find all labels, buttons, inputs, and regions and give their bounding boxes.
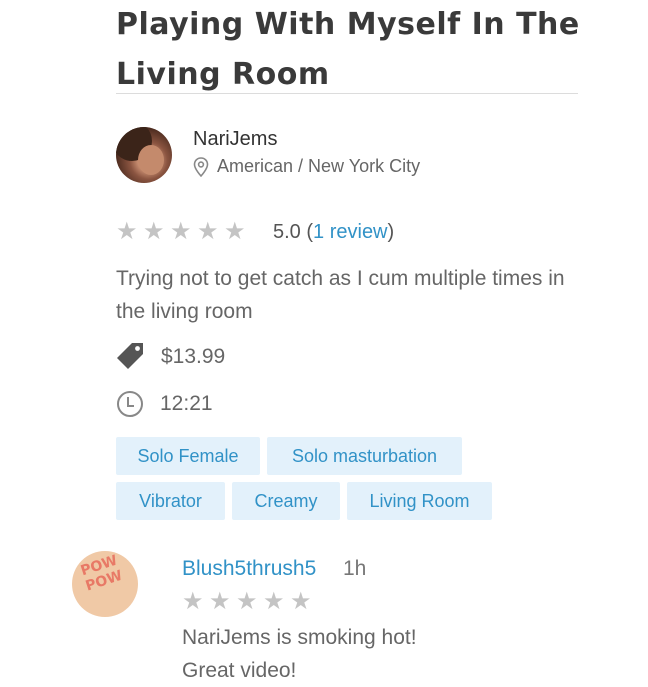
star-icon: ★	[116, 218, 138, 245]
reviews-link[interactable]: 1 review	[313, 221, 387, 244]
star-icon: ★	[236, 588, 258, 615]
price-tag-icon	[117, 343, 143, 369]
price-text: $13.99	[161, 344, 226, 368]
rating-row: ★ ★ ★ ★ ★ 5.0 (1 review)	[116, 220, 394, 244]
star-icon: ★	[263, 588, 285, 615]
tag-living-room[interactable]: Living Room	[347, 482, 492, 520]
comment-stars: ★ ★ ★ ★ ★	[182, 590, 317, 614]
comment-time: 1h	[343, 557, 367, 580]
video-stars: ★ ★ ★ ★ ★	[116, 220, 251, 244]
rating-value: 5.0	[273, 220, 301, 243]
commenter-avatar-text: POW POW	[78, 552, 125, 595]
duration-row: 12:21	[116, 390, 213, 418]
comment-text: NariJems is smoking hot! Great video!	[182, 621, 417, 687]
rating-close-paren: )	[387, 220, 395, 243]
location-text: American / New York City	[217, 156, 421, 176]
tag-solo-masturbation[interactable]: Solo masturbation	[267, 437, 462, 475]
tag-vibrator[interactable]: Vibrator	[116, 482, 225, 520]
star-icon: ★	[197, 218, 219, 245]
tag-solo-female[interactable]: Solo Female	[116, 437, 260, 475]
author-name[interactable]: NariJems	[193, 128, 277, 151]
duration-text: 12:21	[160, 392, 213, 415]
star-icon: ★	[143, 218, 165, 245]
star-icon: ★	[170, 218, 192, 245]
video-description: Trying not to get catch as I cum multipl…	[116, 267, 565, 323]
commenter-name[interactable]: Blush5thrush5	[182, 557, 316, 581]
tag-creamy[interactable]: Creamy	[232, 482, 340, 520]
title-divider	[116, 93, 578, 94]
rating-open-paren: (	[300, 220, 314, 243]
clock-icon	[117, 391, 143, 417]
author-avatar[interactable]	[116, 127, 172, 183]
author-location: American / New York City	[193, 156, 420, 177]
star-icon: ★	[182, 588, 204, 615]
video-title: Playing With Myself In The Living Room	[116, 7, 580, 92]
star-icon: ★	[224, 218, 246, 245]
star-icon: ★	[209, 588, 231, 615]
star-icon: ★	[290, 588, 312, 615]
price-row: $13.99	[116, 342, 225, 371]
commenter-avatar[interactable]: POW POW	[72, 551, 138, 617]
map-pin-icon	[193, 156, 209, 177]
comment-line: Great video!	[182, 659, 297, 682]
comment-line: NariJems is smoking hot!	[182, 626, 417, 649]
